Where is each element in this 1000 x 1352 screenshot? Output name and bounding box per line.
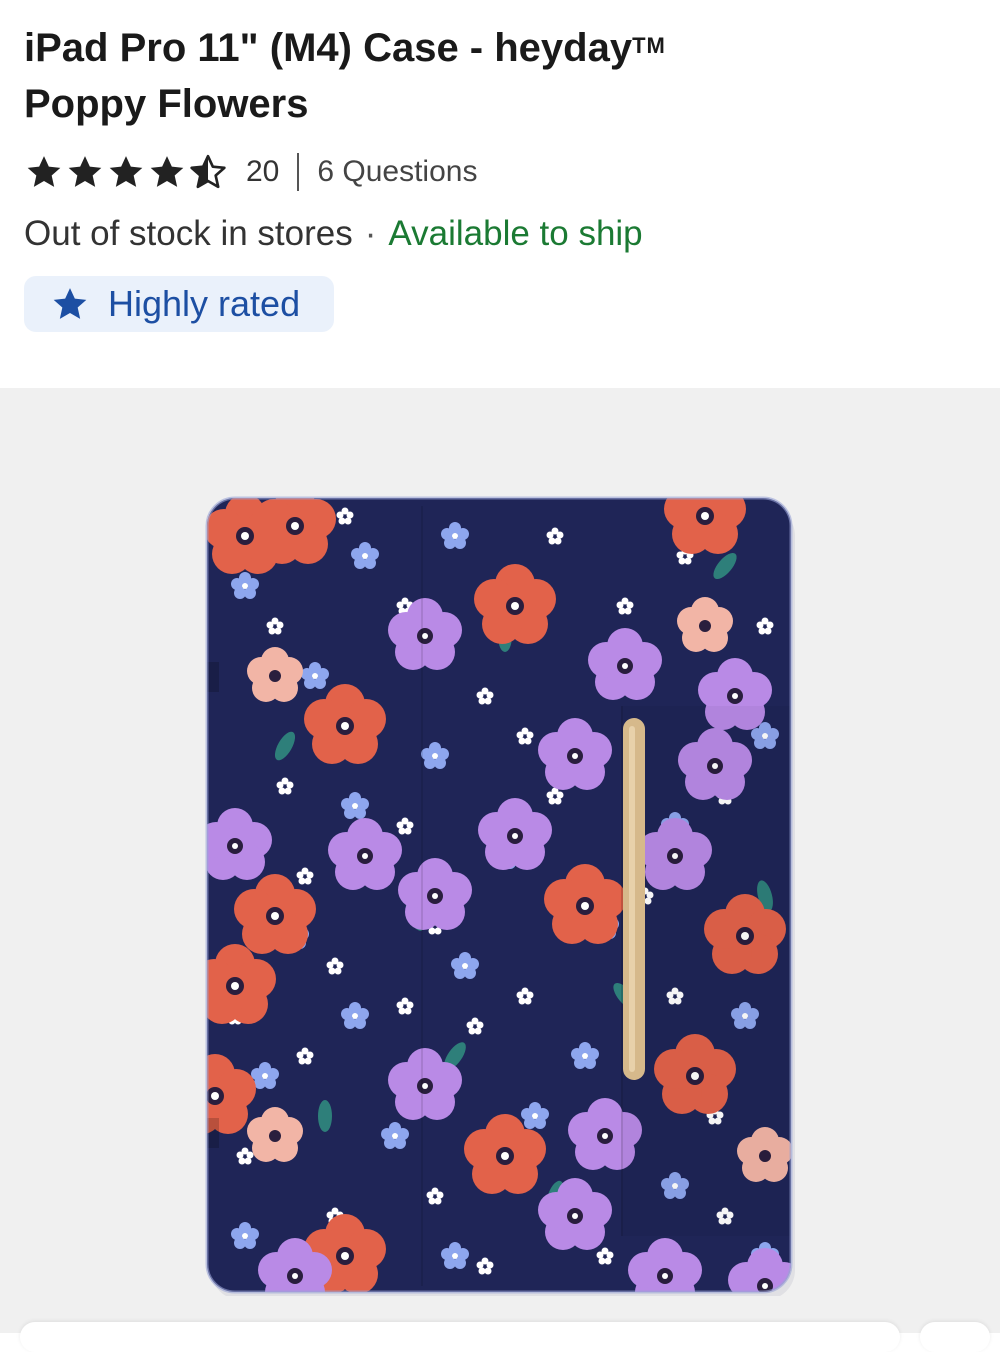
product-title: iPad Pro 11" (M4) Case - heydayTM Poppy …	[24, 18, 964, 132]
product-title-main: iPad Pro 11" (M4) Case - heyday	[24, 26, 633, 70]
availability-separator: ·	[364, 214, 377, 253]
star-full-icon	[150, 156, 184, 187]
product-image-gallery[interactable]	[0, 388, 1000, 1333]
product-image[interactable]	[205, 496, 795, 1296]
rating-row: 20 6 Questions	[24, 150, 477, 194]
rating-divider	[297, 153, 300, 191]
availability-row: Out of stock in stores · Available to ship	[24, 210, 643, 258]
star-full-icon	[68, 156, 102, 187]
bottom-sheet-edge	[20, 1322, 900, 1352]
star-full-icon	[109, 156, 143, 187]
questions-link[interactable]: 6 Questions	[317, 155, 477, 189]
star-icon	[53, 288, 87, 319]
bottom-button-edge[interactable]	[920, 1322, 990, 1352]
star-full-icon	[27, 156, 61, 187]
badge-label: Highly rated	[108, 283, 301, 324]
star-half-icon	[190, 154, 226, 189]
product-title-line2: Poppy Flowers	[24, 82, 309, 126]
highly-rated-badge: Highly rated	[24, 276, 334, 332]
review-count[interactable]: 20	[246, 155, 279, 189]
store-status: Out of stock in stores	[24, 214, 353, 253]
rating-stars[interactable]	[24, 152, 228, 192]
ship-status[interactable]: Available to ship	[388, 214, 642, 253]
trademark-mark: TM	[632, 33, 666, 58]
